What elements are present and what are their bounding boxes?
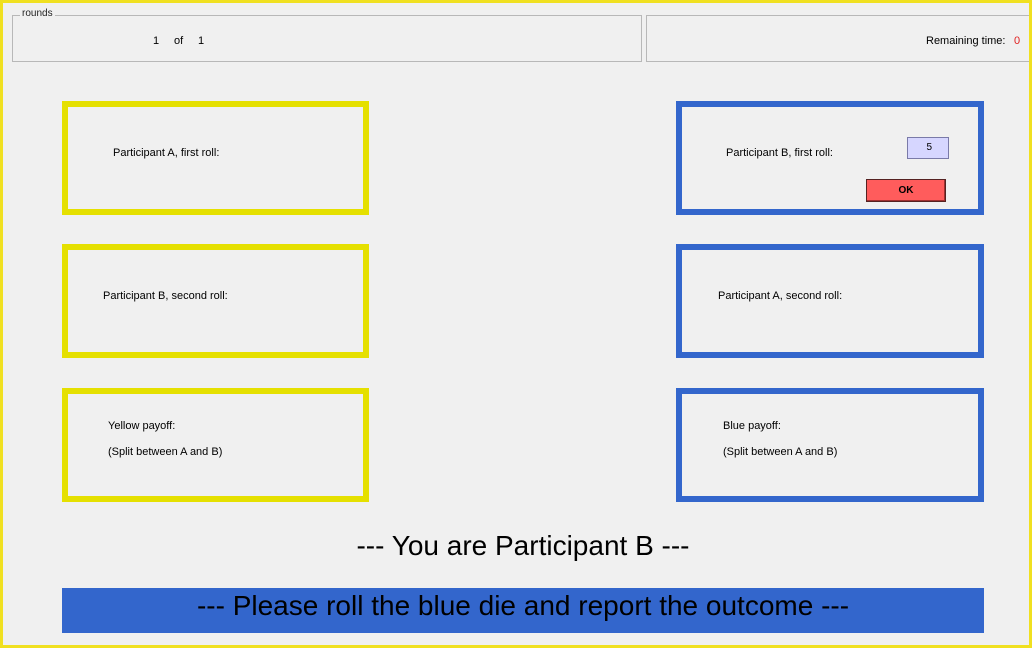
round-of-label: of (174, 35, 184, 47)
round-current: 1 (153, 35, 160, 47)
rounds-title: rounds (20, 8, 55, 19)
blue-payoff-box: Blue payoff: (Split between A and B) (676, 388, 984, 502)
ok-button[interactable]: OK (866, 179, 946, 202)
yellow-payoff-label: Yellow payoff: (108, 420, 176, 432)
yellow-first-roll-label: Participant A, first roll: (113, 147, 220, 159)
yellow-second-roll-box: Participant B, second roll: (62, 244, 369, 358)
yellow-second-roll-label: Participant B, second roll: (103, 290, 228, 302)
timer-panel: Remaining time: 0 (646, 15, 1032, 62)
round-total: 1 (198, 35, 205, 47)
instruction-text: --- Please roll the blue die and report … (196, 590, 850, 621)
first-roll-input[interactable]: 5 (907, 137, 949, 159)
blue-first-roll-label: Participant B, first roll: (726, 147, 833, 159)
blue-first-roll-box: Participant B, first roll: 5 OK (676, 101, 984, 215)
yellow-payoff-box: Yellow payoff: (Split between A and B) (62, 388, 369, 502)
role-message: --- You are Participant B --- (356, 530, 690, 561)
blue-second-roll-box: Participant A, second roll: (676, 244, 984, 358)
remaining-time-label: Remaining time: (926, 35, 1006, 47)
remaining-time-value: 0 (1014, 35, 1021, 47)
instruction-banner: --- Please roll the blue die and report … (62, 588, 984, 633)
blue-payoff-note: (Split between A and B) (723, 446, 838, 458)
yellow-first-roll-box: Participant A, first roll: (62, 101, 369, 215)
yellow-payoff-note: (Split between A and B) (108, 446, 223, 458)
rounds-panel: rounds 1 of 1 (12, 8, 642, 62)
blue-payoff-label: Blue payoff: (723, 420, 781, 432)
blue-second-roll-label: Participant A, second roll: (718, 290, 843, 302)
